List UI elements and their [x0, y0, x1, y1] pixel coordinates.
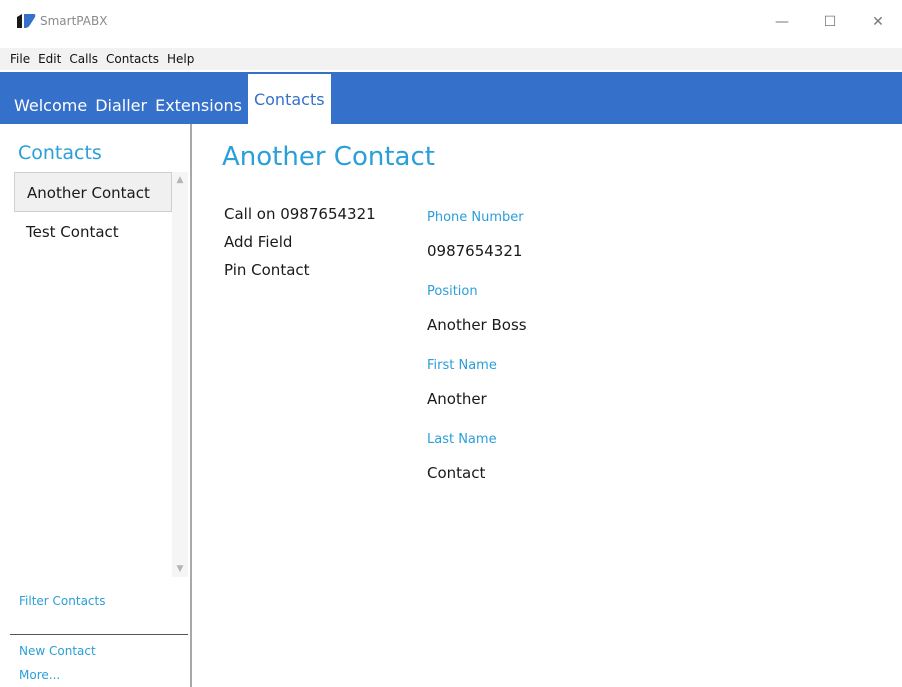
menu-file[interactable]: File [6, 48, 34, 70]
close-icon: ✕ [872, 14, 884, 30]
more-link[interactable]: More... [19, 668, 60, 682]
call-contact-action[interactable]: Call on 0987654321 [224, 204, 376, 232]
minimize-icon: — [775, 14, 789, 30]
filter-contacts-link[interactable]: Filter Contacts [19, 594, 105, 608]
menu-edit[interactable]: Edit [34, 48, 65, 70]
new-contact-link[interactable]: New Contact [19, 644, 96, 658]
field-label-phone-number: Phone Number [427, 210, 524, 225]
title-bar: SmartPABX — ☐ ✕ [0, 0, 902, 48]
scroll-up-icon[interactable]: ▲ [172, 172, 188, 188]
tab-dialler[interactable]: Dialler [93, 88, 149, 124]
minimize-button[interactable]: — [760, 8, 804, 36]
tab-contacts[interactable]: Contacts [247, 74, 331, 124]
field-value-position[interactable]: Another Boss [427, 303, 527, 355]
maximize-button[interactable]: ☐ [808, 8, 852, 36]
field-label-position: Position [427, 284, 478, 299]
field-label-last-name: Last Name [427, 432, 497, 447]
menu-bar: File Edit Calls Contacts Help [0, 48, 902, 70]
tab-extensions[interactable]: Extensions [153, 88, 244, 124]
field-value-last-name[interactable]: Contact [427, 451, 527, 503]
contact-list: Another Contact Test Contact [14, 172, 172, 572]
menu-calls[interactable]: Calls [65, 48, 102, 70]
contact-list-scrollbar[interactable]: ▲ ▼ [172, 172, 188, 577]
sidebar-divider [10, 634, 188, 635]
smartpabx-logo-icon [17, 14, 36, 28]
contact-title: Another Contact [222, 142, 435, 172]
contact-actions: Call on 0987654321 Add Field Pin Contact [224, 204, 376, 288]
tab-bar: Welcome Dialler Extensions Contacts [0, 72, 902, 124]
add-field-action[interactable]: Add Field [224, 232, 376, 260]
contact-item-test-contact[interactable]: Test Contact [14, 212, 172, 252]
scroll-down-icon[interactable]: ▼ [172, 561, 188, 577]
sidebar-title: Contacts [18, 142, 102, 164]
field-value-first-name[interactable]: Another [427, 377, 527, 429]
window-title: SmartPABX [40, 14, 108, 28]
menu-contacts[interactable]: Contacts [102, 48, 163, 70]
contact-fields: Phone Number 0987654321 Position Another… [427, 207, 527, 503]
contact-item-another-contact[interactable]: Another Contact [14, 172, 172, 212]
contacts-sidebar: Contacts Another Contact Test Contact ▲ … [0, 124, 192, 687]
field-value-phone-number[interactable]: 0987654321 [427, 229, 527, 281]
menu-help[interactable]: Help [163, 48, 198, 70]
tab-welcome[interactable]: Welcome [12, 88, 89, 124]
maximize-icon: ☐ [823, 14, 837, 30]
field-label-first-name: First Name [427, 358, 497, 373]
close-button[interactable]: ✕ [856, 8, 900, 36]
pin-contact-action[interactable]: Pin Contact [224, 260, 376, 288]
